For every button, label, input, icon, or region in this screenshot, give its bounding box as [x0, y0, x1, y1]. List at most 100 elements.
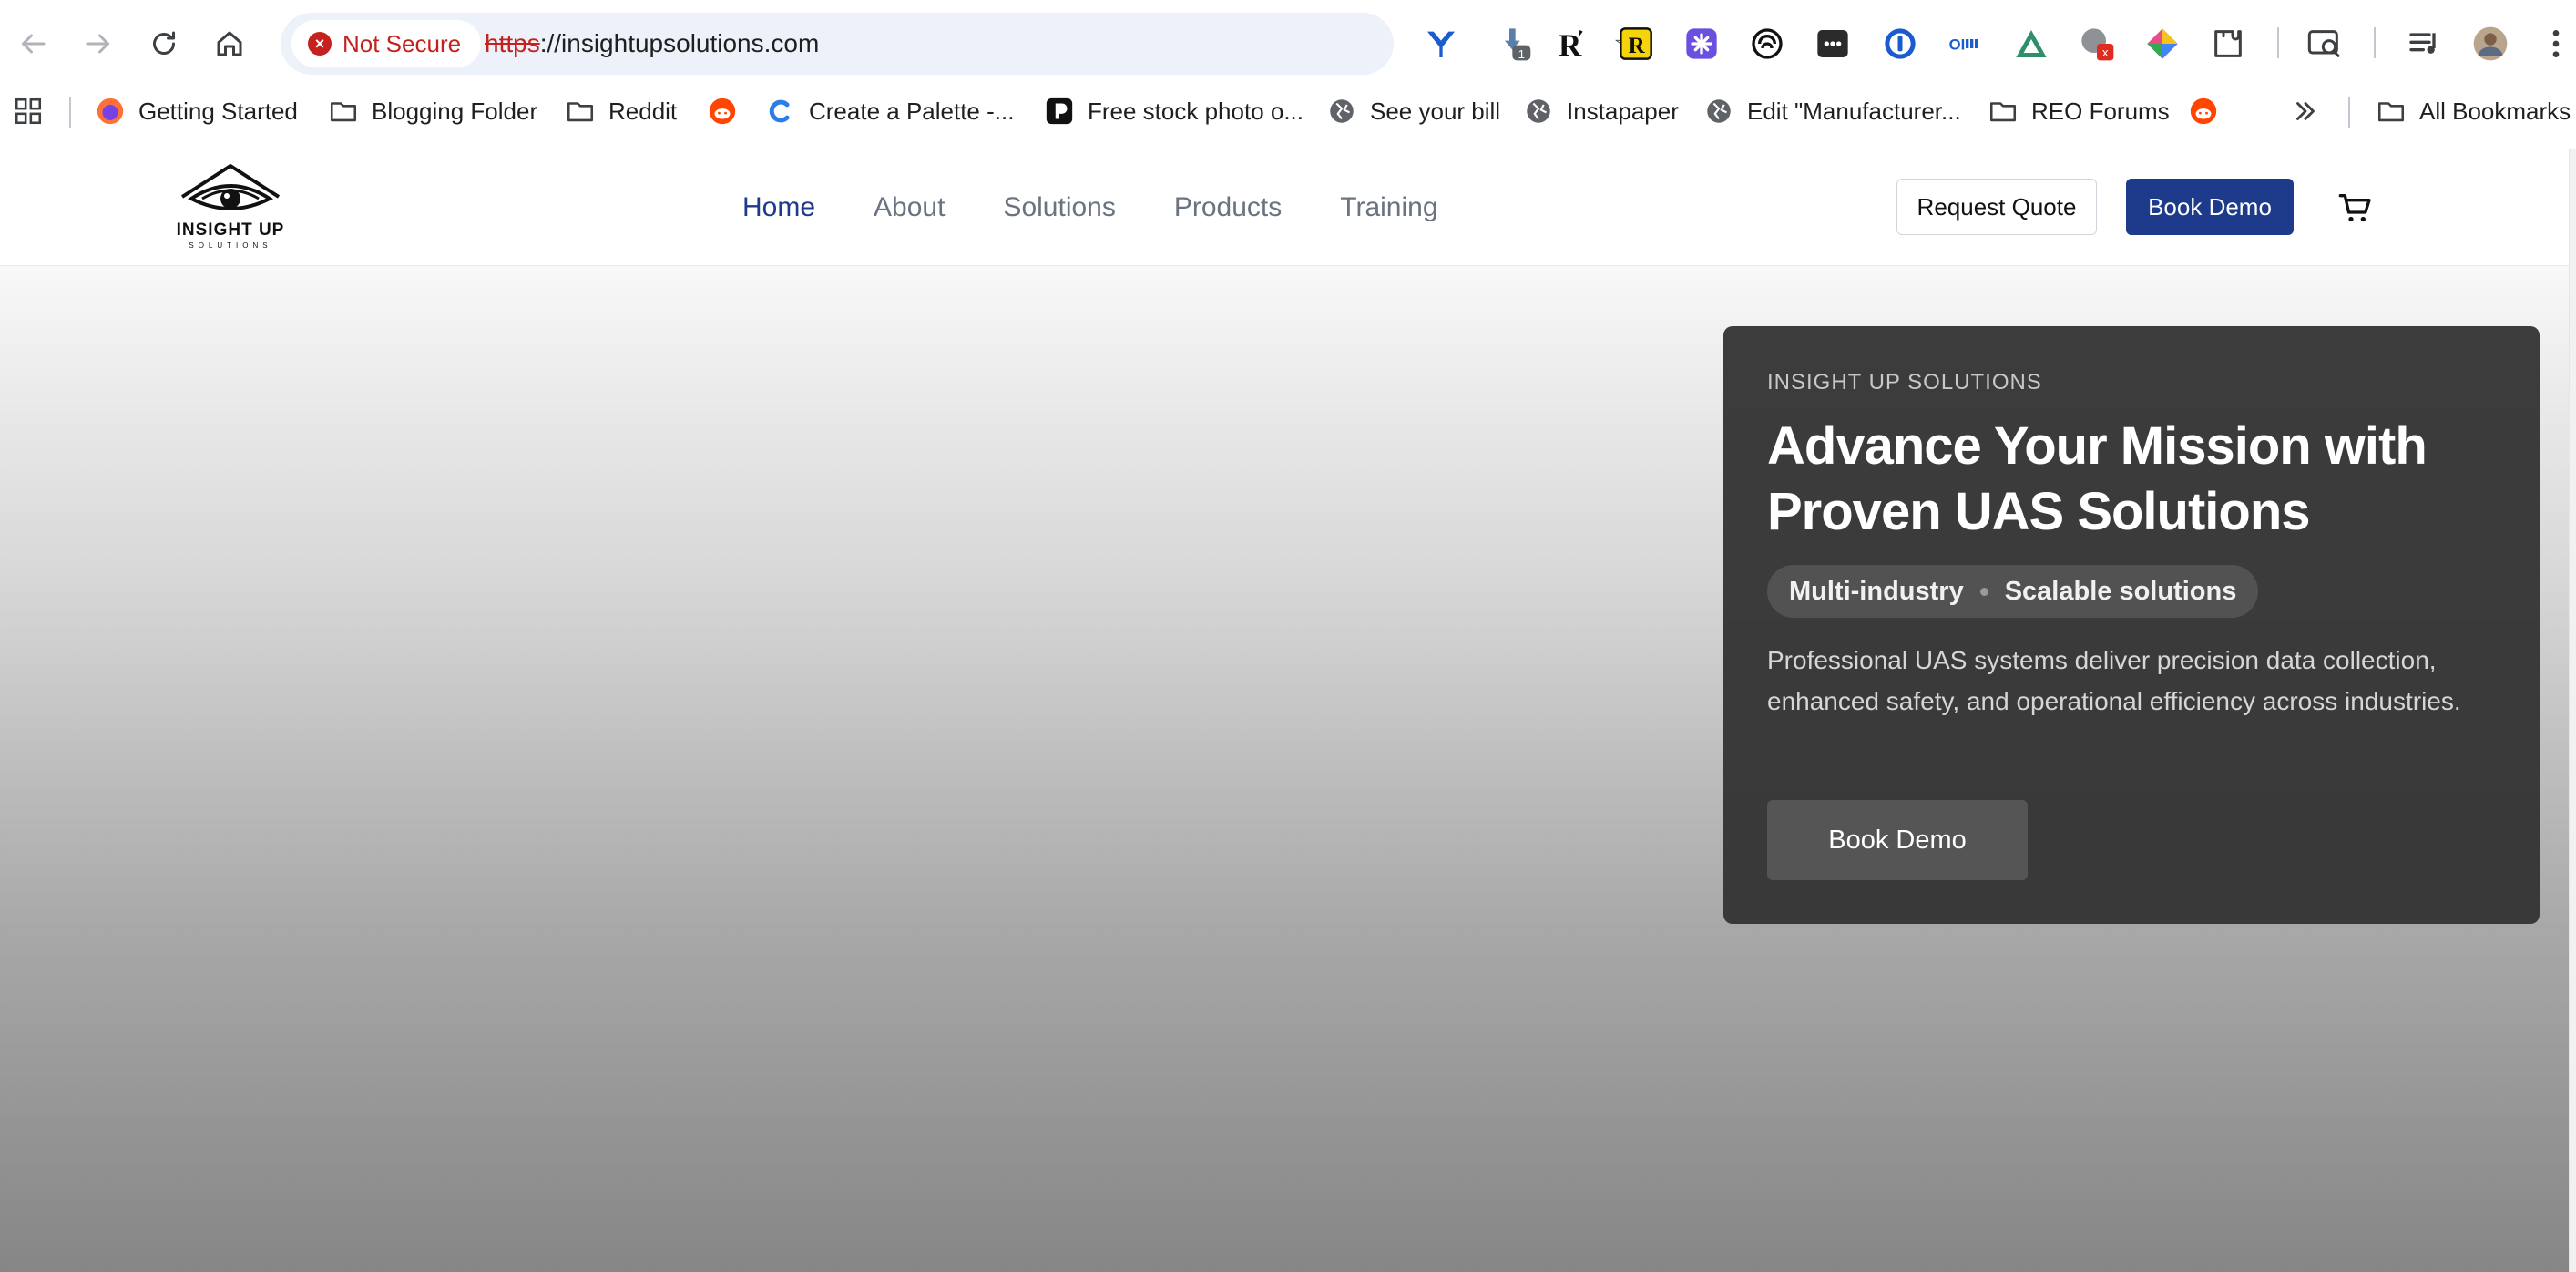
globe-icon — [1707, 99, 1731, 123]
bookmark-reddit[interactable] — [707, 87, 738, 135]
page-scrollbar[interactable] — [2569, 149, 2576, 1272]
svg-text:R: R — [1559, 27, 1582, 62]
hero-tags: Multi-industry Scalable solutions — [1767, 565, 2259, 618]
pexels-icon — [1046, 97, 1073, 125]
extension-purple-icon[interactable] — [1682, 24, 1722, 64]
address-bar[interactable]: × Not Secure https://insightupsolutions.… — [281, 13, 1641, 75]
toolbar-separator — [2277, 27, 2279, 58]
main-navigation: Home About Solutions Products Training — [742, 149, 1438, 266]
browser-menu-icon[interactable] — [2536, 24, 2576, 64]
extension-r-yellow-icon[interactable]: R — [1616, 24, 1656, 64]
media-queue-icon[interactable] — [2405, 24, 2445, 64]
folder-icon — [1989, 102, 2017, 122]
home-icon — [217, 31, 242, 56]
not-secure-label: Not Secure — [342, 29, 462, 57]
svg-text:1: 1 — [1518, 47, 1525, 61]
bookmark-instapaper[interactable]: Instapaper — [1523, 87, 1679, 135]
profile-avatar-icon[interactable] — [2470, 24, 2510, 64]
url-text[interactable]: https://insightupsolutions.com — [485, 13, 819, 75]
back-button[interactable] — [9, 20, 56, 67]
svg-text:x: x — [2102, 46, 2109, 59]
site-logo[interactable]: INSIGHT UP SOLUTIONS — [169, 162, 291, 253]
hero-description: Professional UAS systems deliver precisi… — [1767, 646, 2461, 715]
lens-search-icon[interactable] — [2305, 24, 2345, 64]
home-button[interactable] — [206, 20, 253, 67]
firefox-icon — [97, 97, 124, 125]
extensions-puzzle-icon[interactable] — [2208, 24, 2248, 64]
request-quote-button[interactable]: Request Quote — [1896, 179, 2097, 235]
bookmarks-bar: Getting Started Blogging Folder Reddit C… — [0, 87, 2576, 149]
browser-toolbar: × Not Secure https://insightupsolutions.… — [0, 0, 2576, 87]
bookmark-label: Blogging Folder — [372, 97, 538, 125]
reload-icon — [153, 31, 175, 55]
bookmark-label: Create a Palette -... — [809, 97, 1015, 125]
logo-subtext: SOLUTIONS — [189, 241, 272, 250]
bookmark-create-palette[interactable]: Create a Palette -... — [765, 87, 1014, 135]
extension-blocked-icon[interactable]: x — [2077, 24, 2117, 64]
arrow-right-icon — [86, 34, 109, 54]
hero-eyebrow: INSIGHT UP SOLUTIONS — [1767, 370, 2042, 395]
svg-text:R: R — [1629, 34, 1646, 58]
bookmark-reo-forums[interactable]: REO Forums — [1988, 87, 2170, 135]
bookmark-edit-manufacturer[interactable]: Edit "Manufacturer... — [1703, 87, 1961, 135]
nav-products[interactable]: Products — [1174, 192, 1282, 223]
bookmark-label: Edit "Manufacturer... — [1747, 97, 1961, 125]
hero-headline: Advance Your Mission with Proven UAS Sol… — [1767, 416, 2428, 541]
extension-oi-icon[interactable]: OI — [1946, 24, 1986, 64]
forward-button[interactable] — [75, 20, 122, 67]
tag-separator-dot — [1979, 587, 1988, 596]
extension-1password-icon[interactable] — [1880, 24, 1920, 64]
web-page: INSIGHT UP SOLUTIONS Home About Solution… — [0, 149, 2569, 1272]
extension-dots-icon[interactable] — [1813, 24, 1853, 64]
extension-spiral-icon[interactable] — [1747, 24, 1787, 64]
folder-icon — [2377, 102, 2405, 122]
hero-book-demo-button[interactable]: Book Demo — [1767, 800, 2028, 880]
extension-triangle-icon[interactable] — [2011, 24, 2051, 64]
reload-button[interactable] — [140, 20, 188, 67]
svg-text:OI: OI — [1949, 36, 1966, 54]
bookmark-label: Instapaper — [1567, 97, 1679, 125]
hero-card: INSIGHT UP SOLUTIONS Advance Your Missio… — [1723, 326, 2540, 924]
bookmark-label: Reddit — [608, 97, 678, 125]
extension-diamond-icon[interactable] — [2142, 24, 2182, 64]
bookmarks-separator — [69, 97, 71, 128]
nav-home[interactable]: Home — [742, 192, 815, 223]
nav-about[interactable]: About — [874, 192, 945, 223]
hero-section: INSIGHT UP SOLUTIONS Advance Your Missio… — [0, 266, 2569, 1272]
site-header: INSIGHT UP SOLUTIONS Home About Solution… — [0, 149, 2569, 266]
reddit-icon — [2190, 97, 2217, 125]
globe-icon — [1330, 99, 1354, 123]
folder-icon — [330, 102, 357, 122]
tag-multi-industry: Multi-industry — [1789, 576, 1964, 606]
cart-icon[interactable] — [2337, 190, 2374, 226]
nav-solutions[interactable]: Solutions — [1003, 192, 1115, 223]
eye-logo-icon — [180, 164, 281, 210]
bookmark-reddit-folder[interactable]: Reddit — [565, 87, 677, 135]
url-scheme: https — [485, 29, 540, 57]
url-host: ://insightupsolutions.com — [539, 29, 820, 57]
bookmark-free-stock-photo[interactable]: Free stock photo o... — [1044, 87, 1303, 135]
security-indicator[interactable]: × Not Secure — [291, 20, 482, 67]
bookmark-getting-started[interactable]: Getting Started — [95, 87, 298, 135]
header-book-demo-button[interactable]: Book Demo — [2126, 179, 2294, 235]
extension-r-icon[interactable]: R — [1552, 24, 1592, 64]
warning-icon: × — [308, 32, 332, 56]
all-bookmarks-label: All Bookmarks — [2419, 97, 2571, 125]
bookmarks-overflow-chevron-icon[interactable] — [2290, 87, 2321, 135]
bookmark-label: See your bill — [1370, 97, 1501, 125]
bookmark-label: Free stock photo o... — [1088, 97, 1304, 125]
bookmark-label: Getting Started — [138, 97, 298, 125]
all-bookmarks[interactable]: All Bookmarks — [2376, 87, 2571, 135]
apps-grid-icon[interactable] — [13, 87, 44, 135]
coolors-icon — [769, 99, 790, 123]
globe-icon — [1527, 99, 1550, 123]
bookmark-see-your-bill[interactable]: See your bill — [1326, 87, 1500, 135]
extension-download-icon[interactable]: 1 — [1494, 24, 1534, 64]
bookmark-blogging-folder[interactable]: Blogging Folder — [328, 87, 537, 135]
nav-training[interactable]: Training — [1340, 192, 1437, 223]
tag-scalable-solutions: Scalable solutions — [2004, 576, 2237, 606]
bookmark-label: REO Forums — [2031, 97, 2170, 125]
bookmark-reddit-2[interactable] — [2188, 87, 2219, 135]
reddit-icon — [709, 97, 736, 125]
extension-y-icon[interactable] — [1421, 24, 1461, 64]
